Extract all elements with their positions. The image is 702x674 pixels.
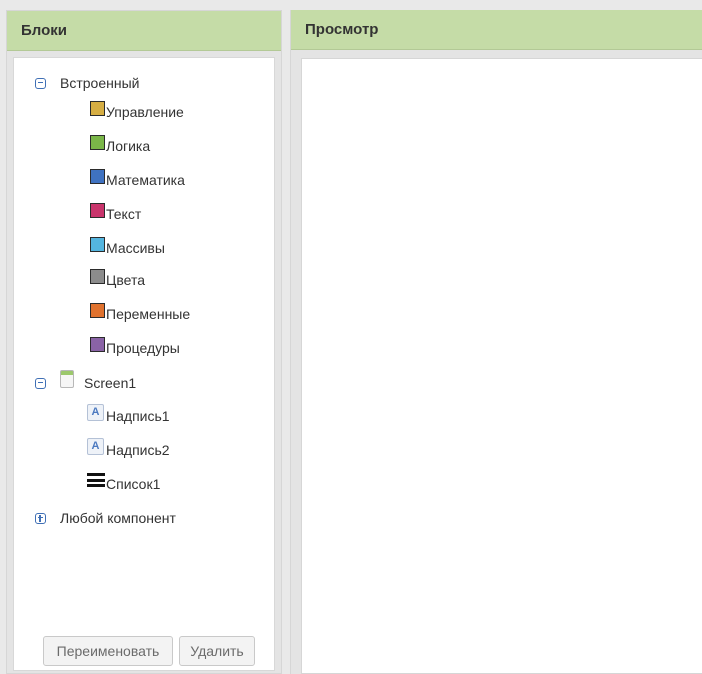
drawer-label: Переменные xyxy=(106,306,191,322)
collapse-icon[interactable] xyxy=(35,377,46,389)
logic-color-icon xyxy=(90,134,105,150)
math-color-icon xyxy=(90,168,105,184)
expand-icon[interactable] xyxy=(35,512,46,524)
blocks-editor: Блоки Встроенный Управление Логика Матем… xyxy=(0,0,702,674)
component-label: Надпись1 xyxy=(106,408,170,424)
rename-button[interactable]: Переименовать xyxy=(43,636,173,666)
drawer-label: Массивы xyxy=(106,240,165,256)
drawer-variables[interactable]: Переменные xyxy=(90,302,191,322)
tree-node-any-component[interactable]: Любой компонент xyxy=(35,510,176,526)
drawer-control[interactable]: Управление xyxy=(90,100,184,120)
drawer-label: Цвета xyxy=(106,272,145,288)
component-list1[interactable]: Список1 xyxy=(87,473,161,492)
drawer-label: Логика xyxy=(106,138,151,154)
lists-color-icon xyxy=(90,236,105,252)
drawer-math[interactable]: Математика xyxy=(90,168,185,188)
tree-node-label: Screen1 xyxy=(84,375,137,391)
label-component-icon: A xyxy=(87,437,104,455)
viewer-panel: Просмотр xyxy=(290,10,702,674)
blocks-tree: Встроенный Управление Логика Математика … xyxy=(13,57,275,671)
tree-node-screen1[interactable]: Screen1 xyxy=(35,370,137,391)
component-label2[interactable]: A Надпись2 xyxy=(87,437,170,458)
drawer-label: Математика xyxy=(106,172,185,188)
procedures-color-icon xyxy=(90,336,105,352)
tree-node-label: Любой компонент xyxy=(60,510,176,526)
control-color-icon xyxy=(90,100,105,116)
label-component-icon: A xyxy=(87,403,104,421)
drawer-label: Процедуры xyxy=(106,340,180,356)
drawer-lists[interactable]: Массивы xyxy=(90,236,165,256)
text-color-icon xyxy=(90,202,105,218)
drawer-text[interactable]: Текст xyxy=(90,202,142,222)
list-view-icon xyxy=(87,473,105,487)
delete-button[interactable]: Удалить xyxy=(179,636,255,666)
drawer-procedures[interactable]: Процедуры xyxy=(90,336,180,356)
drawer-logic[interactable]: Логика xyxy=(90,134,151,154)
blocks-panel: Блоки Встроенный Управление Логика Матем… xyxy=(6,10,282,674)
drawer-colors[interactable]: Цвета xyxy=(90,268,145,288)
variables-color-icon xyxy=(90,302,105,318)
tree-node-label: Встроенный xyxy=(60,75,140,91)
blocks-panel-title: Блоки xyxy=(7,11,281,51)
colors-color-icon xyxy=(90,268,105,284)
collapse-icon[interactable] xyxy=(35,77,46,89)
viewer-panel-title: Просмотр xyxy=(291,10,702,50)
blocks-workspace[interactable] xyxy=(301,58,702,674)
tree-node-builtin[interactable]: Встроенный xyxy=(35,75,139,91)
drawer-label: Управление xyxy=(106,104,184,120)
screen-icon xyxy=(60,370,74,388)
component-label: Надпись2 xyxy=(106,442,170,458)
drawer-label: Текст xyxy=(106,206,142,222)
component-label1[interactable]: A Надпись1 xyxy=(87,403,170,424)
component-label: Список1 xyxy=(106,476,161,492)
